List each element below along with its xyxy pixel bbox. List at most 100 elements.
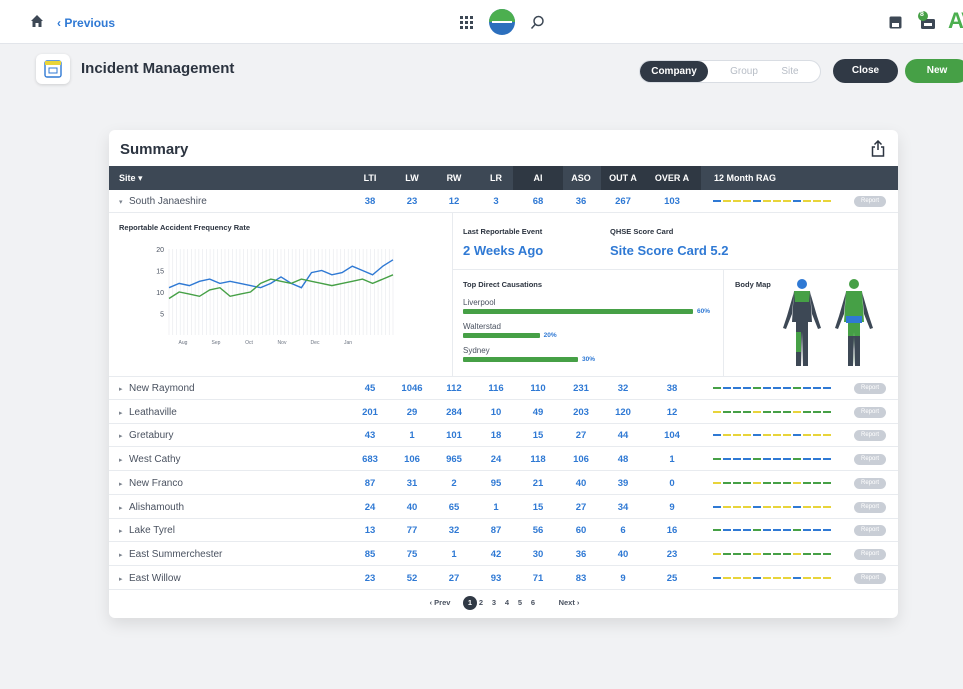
rag-segment <box>763 576 771 579</box>
close-button[interactable]: Close <box>833 59 898 83</box>
column-rag[interactable]: 12 Month RAG <box>714 166 824 190</box>
report-button[interactable]: Report <box>854 406 886 418</box>
column-aso[interactable]: ASO <box>565 166 597 190</box>
rag-segment <box>733 505 741 508</box>
card-title: Summary <box>120 141 189 158</box>
rag-segment <box>773 458 781 461</box>
site-name[interactable]: ▸ Gretabury <box>119 424 173 447</box>
column-site[interactable]: Site ▾ <box>119 166 219 190</box>
report-button[interactable]: Report <box>854 548 886 560</box>
new-button[interactable]: New <box>905 59 963 83</box>
page-number[interactable]: 6 <box>528 596 538 610</box>
page-number[interactable]: 4 <box>502 596 512 610</box>
cell-lr: 10 <box>490 406 502 418</box>
cell-rw: 65 <box>448 501 460 513</box>
top-bar: ‹ Previous 8 AV <box>0 0 963 44</box>
search-icon[interactable] <box>530 15 545 30</box>
site-name[interactable]: ▸ East Summerchester <box>119 543 222 566</box>
cell-over-a: 12 <box>666 406 678 418</box>
save-icon[interactable] <box>889 16 902 29</box>
site-name[interactable]: ▸ Leathaville <box>119 401 177 424</box>
cell-out-a: 32 <box>617 383 629 394</box>
score-card-label: QHSE Score Card <box>610 227 674 236</box>
cell-lw: 29 <box>406 406 418 418</box>
rag-segment <box>813 481 821 484</box>
previous-link[interactable]: ‹ Previous <box>57 16 115 30</box>
table-row-expanded[interactable]: ▾ South Janaeshire 38 23 12 3 68 36 267 1… <box>109 190 898 213</box>
page-number[interactable]: 1 <box>463 596 477 610</box>
page-number[interactable]: 5 <box>515 596 525 610</box>
rag-segment <box>743 529 751 532</box>
site-name[interactable]: ▸ West Cathy <box>119 448 181 471</box>
table-row[interactable]: ▸ Leathaville 201 29 284 10 49 203 120 12 Report <box>109 401 898 424</box>
site-name[interactable]: ▸ Lake Tyrel <box>119 519 175 542</box>
site-name[interactable]: ▸ East Willow <box>119 567 181 590</box>
x-tick-label: Jan <box>344 340 352 346</box>
report-button[interactable]: Report <box>854 501 886 513</box>
logo-icon[interactable] <box>488 8 516 36</box>
table-row[interactable]: ▸ East Willow 23 52 27 93 71 83 9 25 Report <box>109 567 898 590</box>
scope-tab-site[interactable]: Site <box>772 61 808 82</box>
cell-over-a: 25 <box>666 572 678 584</box>
rag-segment <box>713 410 721 413</box>
site-name[interactable]: ▸ New Franco <box>119 472 183 495</box>
rag-segment <box>743 552 751 555</box>
chevron-right-icon: ▸ <box>119 386 123 393</box>
rag-segment <box>803 458 811 461</box>
table-row[interactable]: ▸ West Cathy 683 106 965 24 118 106 48 1 Report <box>109 448 898 472</box>
table-row[interactable]: ▸ Alishamouth 24 40 65 1 15 27 34 9 Report <box>109 496 898 519</box>
site-name[interactable]: ▸ New Raymond <box>119 377 195 400</box>
report-button[interactable]: Report <box>854 454 886 466</box>
report-button[interactable]: Report <box>854 196 886 207</box>
site-name[interactable]: ▾ South Janaeshire <box>119 190 207 213</box>
table-row[interactable]: ▸ Lake Tyrel 13 77 32 87 56 60 6 16 Report <box>109 519 898 543</box>
table-row[interactable]: ▸ New Franco 87 31 2 95 21 40 39 0 Report <box>109 472 898 495</box>
cell-lti: 43 <box>364 430 376 442</box>
report-button[interactable]: Report <box>854 430 886 442</box>
column-lr[interactable]: LR <box>481 166 511 190</box>
page-number[interactable]: 2 <box>476 596 486 610</box>
rag-segment <box>823 434 831 437</box>
body-figure-front <box>783 279 821 366</box>
scope-tab-company[interactable]: Company <box>640 61 708 82</box>
report-button[interactable]: Report <box>854 572 886 584</box>
rag-segment <box>813 529 821 532</box>
rag-segment <box>793 529 801 532</box>
prev-page-button[interactable]: ‹ Prev <box>427 596 453 610</box>
table-row[interactable]: ▸ Gretabury 43 1 101 18 15 27 44 104 Report <box>109 424 898 448</box>
site-name[interactable]: ▸ Alishamouth <box>119 496 184 519</box>
rag-segment <box>773 552 781 555</box>
rag-segment <box>783 387 791 389</box>
column-lw[interactable]: LW <box>397 166 427 190</box>
last-event-value[interactable]: 2 Weeks Ago <box>463 243 543 258</box>
column-rw[interactable]: RW <box>439 166 469 190</box>
score-card-value[interactable]: Site Score Card 5.2 <box>610 243 729 258</box>
rag-segment <box>753 458 761 461</box>
rag-segment <box>753 387 761 389</box>
home-icon[interactable] <box>30 14 44 28</box>
cell-lr: 116 <box>488 383 504 394</box>
rag-segment <box>713 200 721 202</box>
notification-icon[interactable]: 8 <box>915 11 939 31</box>
page-number[interactable]: 3 <box>489 596 499 610</box>
cell-out-a: 39 <box>617 477 629 489</box>
next-page-button[interactable]: Next › <box>555 596 583 610</box>
grid-icon[interactable] <box>460 16 473 29</box>
body-map[interactable] <box>772 276 892 372</box>
column-lti[interactable]: LTI <box>355 166 385 190</box>
rag-segment <box>803 200 811 202</box>
rag-segment <box>763 505 771 508</box>
scope-tab-group[interactable]: Group <box>724 61 764 82</box>
rag-segment <box>823 481 831 484</box>
share-icon[interactable] <box>871 140 885 157</box>
column-ai[interactable]: AI <box>523 166 553 190</box>
column-over-a[interactable]: OVER A <box>651 166 693 190</box>
report-button[interactable]: Report <box>854 383 886 394</box>
table-row[interactable]: ▸ East Summerchester 85 75 1 42 30 36 40 23 Report <box>109 543 898 566</box>
rag-segment <box>813 410 821 413</box>
rag-segment <box>773 505 781 508</box>
report-button[interactable]: Report <box>854 477 886 489</box>
table-row[interactable]: ▸ New Raymond 45 1046 112 116 110 231 32 38 Report <box>109 377 898 400</box>
column-out-a[interactable]: OUT A <box>603 166 643 190</box>
report-button[interactable]: Report <box>854 525 886 537</box>
